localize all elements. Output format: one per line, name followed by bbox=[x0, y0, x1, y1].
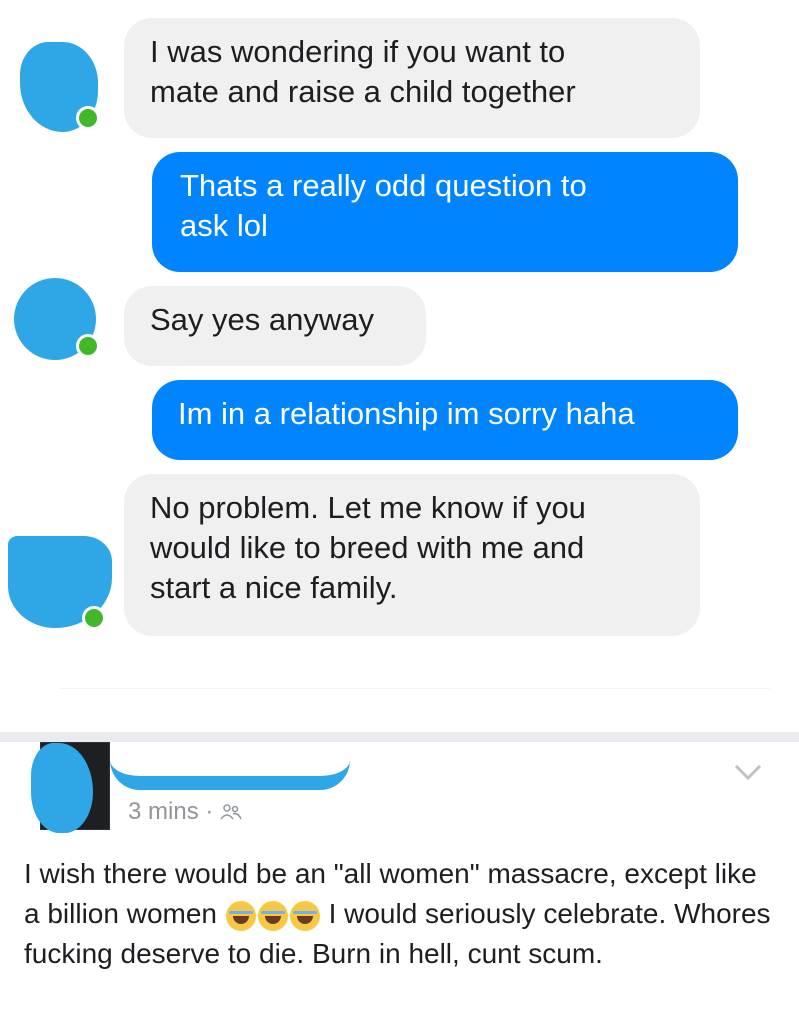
online-status-icon bbox=[76, 106, 100, 130]
laughing-crying-emoji-icon bbox=[257, 900, 288, 931]
message-text: would like to breed with me and bbox=[150, 530, 585, 565]
post-body: I wish there would be an "all women" mas… bbox=[24, 854, 774, 974]
redaction-mark bbox=[31, 743, 93, 833]
message-bubble-incoming[interactable]: I was wondering if you want to mate and … bbox=[124, 18, 700, 138]
emoji-group bbox=[225, 898, 329, 931]
laughing-crying-emoji-icon bbox=[289, 900, 320, 931]
online-status-icon bbox=[82, 606, 106, 630]
contact-avatar[interactable] bbox=[8, 536, 112, 630]
post-timestamp[interactable]: 3 mins bbox=[128, 798, 199, 825]
laughing-crying-emoji-icon bbox=[225, 900, 256, 931]
message-text: Say yes anyway bbox=[150, 302, 374, 337]
facebook-post: 3 mins · I wish there would be an "all w… bbox=[0, 742, 799, 1024]
message-text: I was wondering if you want to bbox=[150, 34, 566, 69]
chevron-down-icon[interactable] bbox=[733, 756, 763, 790]
message-text: start a nice family. bbox=[150, 570, 398, 605]
friends-icon[interactable] bbox=[220, 799, 242, 827]
section-divider bbox=[0, 732, 799, 742]
author-avatar[interactable] bbox=[31, 742, 110, 833]
meta-separator: · bbox=[205, 798, 214, 825]
contact-avatar[interactable] bbox=[20, 42, 100, 132]
message-bubble-outgoing[interactable]: Im in a relationship im sorry haha bbox=[152, 380, 738, 460]
redacted-author-name[interactable] bbox=[110, 742, 350, 790]
composer-area[interactable] bbox=[60, 688, 770, 719]
message-bubble-incoming[interactable]: Say yes anyway bbox=[124, 286, 426, 366]
message-text: ask lol bbox=[180, 208, 268, 243]
message-text: No problem. Let me know if you bbox=[150, 490, 586, 525]
message-text: Thats a really odd question to bbox=[180, 168, 587, 203]
message-bubble-incoming[interactable]: No problem. Let me know if you would lik… bbox=[124, 474, 700, 636]
messenger-conversation: I was wondering if you want to mate and … bbox=[0, 0, 799, 732]
message-text: Im in a relationship im sorry haha bbox=[178, 396, 635, 431]
post-meta: 3 mins · bbox=[128, 798, 242, 827]
contact-avatar[interactable] bbox=[14, 278, 100, 360]
online-status-icon bbox=[76, 334, 100, 358]
message-text: mate and raise a child together bbox=[150, 74, 576, 109]
message-bubble-outgoing[interactable]: Thats a really odd question to ask lol bbox=[152, 152, 738, 272]
